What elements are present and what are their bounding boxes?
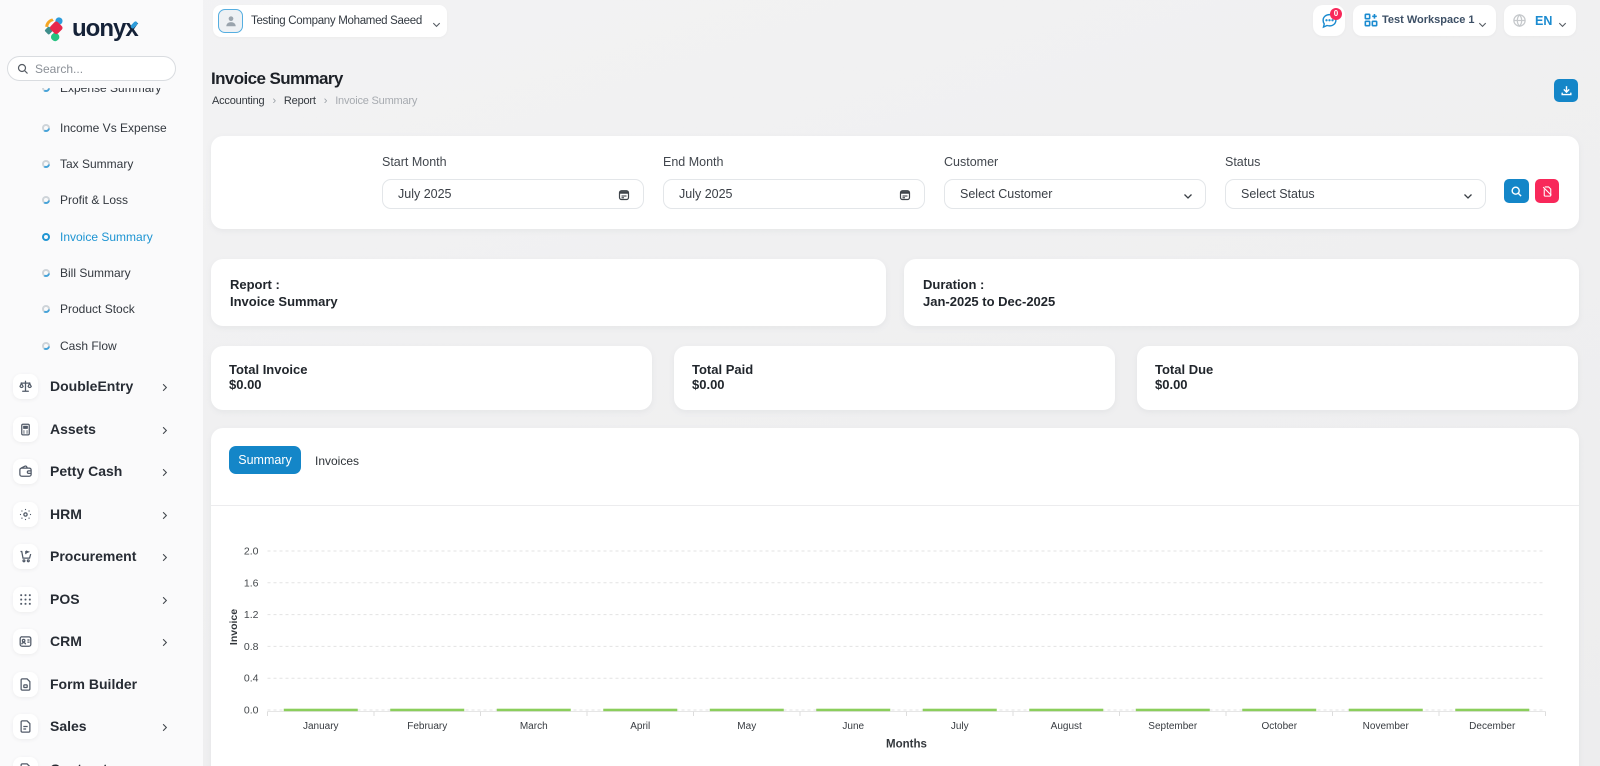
svg-text:December: December <box>1469 721 1516 732</box>
svg-text:April: April <box>630 721 650 732</box>
svg-text:October: October <box>1261 721 1297 732</box>
svg-text:May: May <box>737 721 756 732</box>
svg-text:August: August <box>1051 721 1082 732</box>
svg-text:0.4: 0.4 <box>244 673 259 685</box>
svg-text:0.8: 0.8 <box>244 641 259 653</box>
svg-text:1.6: 1.6 <box>244 577 259 589</box>
svg-text:2.0: 2.0 <box>244 546 259 558</box>
svg-text:1.2: 1.2 <box>244 609 259 621</box>
svg-text:June: June <box>842 721 864 732</box>
svg-text:0.0: 0.0 <box>244 705 259 717</box>
svg-text:February: February <box>407 721 447 732</box>
svg-text:September: September <box>1148 721 1198 732</box>
svg-text:Months: Months <box>886 739 927 751</box>
svg-text:November: November <box>1363 721 1410 732</box>
svg-text:January: January <box>303 721 339 732</box>
svg-text:July: July <box>951 721 969 732</box>
svg-text:March: March <box>520 721 548 732</box>
svg-text:Invoice: Invoice <box>228 609 240 645</box>
